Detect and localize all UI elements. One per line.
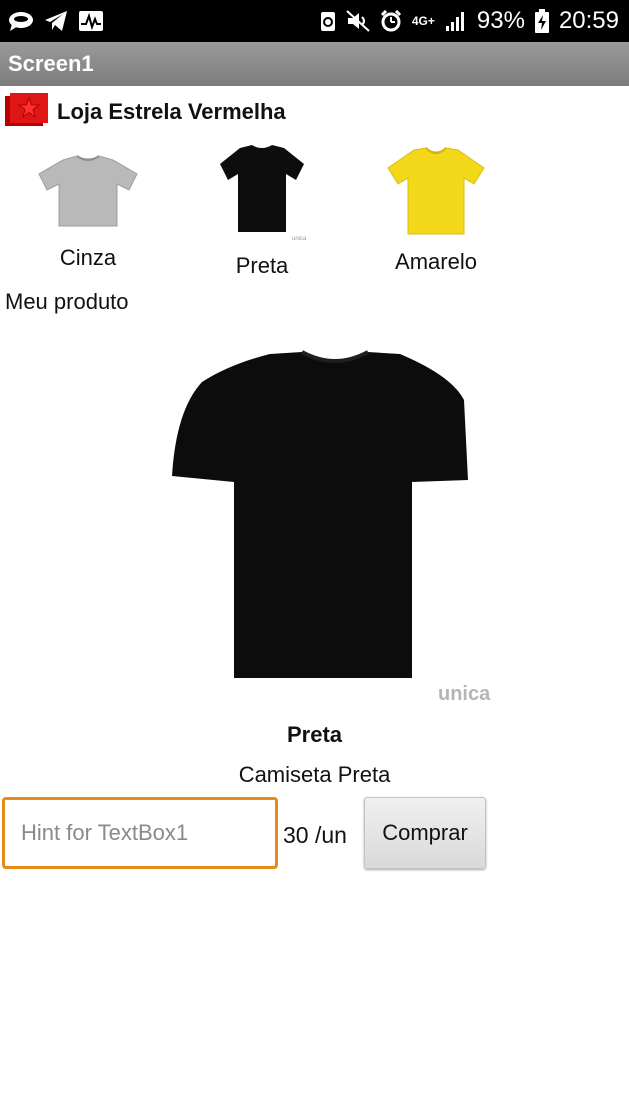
battery-charging-icon [534, 9, 549, 33]
status-bar-right: 4G+ 93% 20:59 [320, 7, 619, 35]
black-tshirt-thumbnail: unica [220, 145, 307, 242]
option-amarelo[interactable]: Amarelo [376, 146, 496, 275]
product-image: unica [160, 340, 510, 715]
product-name: Preta [286, 722, 343, 747]
section-label: Meu produto [5, 289, 129, 314]
pulse-icon [78, 10, 104, 32]
recycle-badge-icon [320, 10, 336, 32]
unit-price: 30 /un [283, 822, 347, 848]
option-label-amarelo: Amarelo [395, 249, 477, 274]
screen-title: Screen1 [8, 51, 94, 76]
battery-percent: 93% [476, 7, 525, 34]
mute-icon [346, 10, 370, 32]
store-header: Loja Estrela Vermelha [4, 92, 286, 132]
gray-tshirt-thumbnail [38, 155, 138, 227]
status-bar-left [8, 10, 104, 32]
option-label-preta: Preta [235, 253, 289, 278]
option-label-cinza: Cinza [59, 245, 117, 270]
store-title: Loja Estrela Vermelha [57, 99, 286, 124]
product-watermark: unica [438, 683, 491, 705]
chat-bubble-icon [8, 10, 34, 32]
clock: 20:59 [558, 7, 619, 34]
quantity-input[interactable] [2, 797, 278, 869]
buy-button[interactable]: Comprar [364, 797, 486, 869]
option-cinza[interactable]: Cinza [28, 150, 148, 271]
telegram-icon [44, 10, 68, 32]
app-title-bar: Screen1 [0, 42, 629, 86]
network-type: 4G+ [411, 14, 435, 28]
product-description: Camiseta Preta [238, 762, 391, 787]
option-preta[interactable]: unica Preta [202, 142, 322, 279]
yellow-tshirt-thumbnail [387, 147, 485, 235]
signal-icon [445, 10, 467, 32]
alarm-icon [380, 10, 402, 32]
svg-text:unica: unica [292, 236, 307, 242]
status-bar: 4G+ 93% 20:59 [0, 0, 629, 42]
red-star-flag-icon [4, 92, 50, 133]
